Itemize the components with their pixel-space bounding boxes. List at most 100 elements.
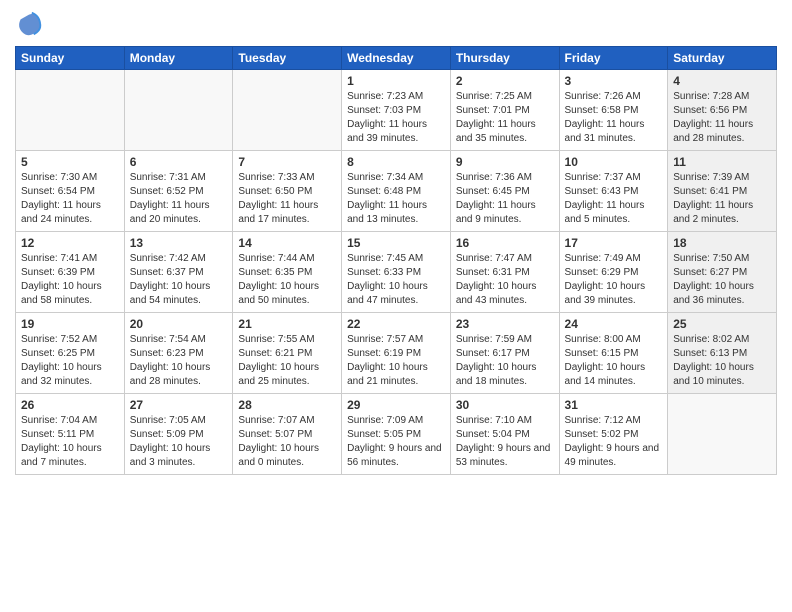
weekday-header-row: SundayMondayTuesdayWednesdayThursdayFrid… [16,47,777,70]
weekday-header-sunday: Sunday [16,47,125,70]
day-info: Sunrise: 8:02 AM Sunset: 6:13 PM Dayligh… [673,333,771,389]
day-info: Sunrise: 7:59 AM Sunset: 6:17 PM Dayligh… [456,333,554,389]
calendar-cell: 25 Sunrise: 8:02 AM Sunset: 6:13 PM Dayli… [668,313,777,394]
calendar-cell: 20 Sunrise: 7:54 AM Sunset: 6:23 PM Dayli… [124,313,233,394]
day-info: Sunrise: 7:25 AM Sunset: 7:01 PM Dayligh… [456,90,554,146]
weekday-header-saturday: Saturday [668,47,777,70]
day-number: 10 [565,155,663,169]
day-number: 16 [456,236,554,250]
calendar-cell: 4 Sunrise: 7:28 AM Sunset: 6:56 PM Daylig… [668,70,777,151]
day-number: 26 [21,398,119,412]
day-number: 28 [238,398,336,412]
calendar-cell [233,70,342,151]
day-number: 2 [456,74,554,88]
day-info: Sunrise: 7:05 AM Sunset: 5:09 PM Dayligh… [130,414,228,470]
day-number: 25 [673,317,771,331]
day-number: 27 [130,398,228,412]
calendar-cell: 8Sunrise: 7:34 AM Sunset: 6:48 PM Daylig… [342,151,451,232]
calendar-cell: 9 Sunrise: 7:36 AM Sunset: 6:45 PM Daylig… [450,151,559,232]
calendar-cell: 13 Sunrise: 7:42 AM Sunset: 6:37 PM Dayli… [124,232,233,313]
calendar-week-5: 26Sunrise: 7:04 AM Sunset: 5:11 PM Dayli… [16,394,777,475]
calendar-cell: 27 Sunrise: 7:05 AM Sunset: 5:09 PM Dayli… [124,394,233,475]
calendar-page: SundayMondayTuesdayWednesdayThursdayFrid… [0,0,792,612]
calendar-cell: 12 Sunrise: 7:41 AM Sunset: 6:39 PM Dayli… [16,232,125,313]
weekday-header-monday: Monday [124,47,233,70]
day-number: 3 [565,74,663,88]
day-info: Sunrise: 7:33 AM Sunset: 6:50 PM Dayligh… [238,171,336,227]
day-info: Sunrise: 7:10 AM Sunset: 5:04 PM Dayligh… [456,414,554,470]
calendar-cell: 16 Sunrise: 7:47 AM Sunset: 6:31 PM Dayli… [450,232,559,313]
calendar-cell: 6 Sunrise: 7:31 AM Sunset: 6:52 PM Daylig… [124,151,233,232]
calendar-week-4: 19Sunrise: 7:52 AM Sunset: 6:25 PM Dayli… [16,313,777,394]
day-number: 24 [565,317,663,331]
day-info: Sunrise: 7:31 AM Sunset: 6:52 PM Dayligh… [130,171,228,227]
day-info: Sunrise: 7:49 AM Sunset: 6:29 PM Dayligh… [565,252,663,308]
weekday-header-friday: Friday [559,47,668,70]
calendar-cell: 19Sunrise: 7:52 AM Sunset: 6:25 PM Dayli… [16,313,125,394]
day-number: 31 [565,398,663,412]
day-number: 11 [673,155,771,169]
day-number: 22 [347,317,445,331]
calendar-cell: 18 Sunrise: 7:50 AM Sunset: 6:27 PM Dayli… [668,232,777,313]
day-number: 18 [673,236,771,250]
day-number: 13 [130,236,228,250]
day-info: Sunrise: 7:45 AM Sunset: 6:33 PM Dayligh… [347,252,445,308]
calendar-cell: 3 Sunrise: 7:26 AM Sunset: 6:58 PM Daylig… [559,70,668,151]
day-number: 1 [347,74,445,88]
calendar-cell: 2 Sunrise: 7:25 AM Sunset: 7:01 PM Daylig… [450,70,559,151]
day-number: 6 [130,155,228,169]
calendar-cell: 17 Sunrise: 7:49 AM Sunset: 6:29 PM Dayli… [559,232,668,313]
day-number: 20 [130,317,228,331]
calendar-cell: 23Sunrise: 7:59 AM Sunset: 6:17 PM Dayli… [450,313,559,394]
calendar-cell: 5Sunrise: 7:30 AM Sunset: 6:54 PM Daylig… [16,151,125,232]
calendar-cell: 10Sunrise: 7:37 AM Sunset: 6:43 PM Dayli… [559,151,668,232]
calendar-cell: 7 Sunrise: 7:33 AM Sunset: 6:50 PM Daylig… [233,151,342,232]
page-header [15,10,777,38]
day-info: Sunrise: 7:09 AM Sunset: 5:05 PM Dayligh… [347,414,445,470]
calendar-cell: 31 Sunrise: 7:12 AM Sunset: 5:02 PM Dayli… [559,394,668,475]
calendar-cell: 15 Sunrise: 7:45 AM Sunset: 6:33 PM Dayli… [342,232,451,313]
day-number: 4 [673,74,771,88]
day-number: 21 [238,317,336,331]
calendar-cell [668,394,777,475]
calendar-week-3: 12 Sunrise: 7:41 AM Sunset: 6:39 PM Dayli… [16,232,777,313]
day-number: 12 [21,236,119,250]
calendar-week-1: 1 Sunrise: 7:23 AM Sunset: 7:03 PM Daylig… [16,70,777,151]
calendar-cell [16,70,125,151]
day-number: 30 [456,398,554,412]
day-info: Sunrise: 7:47 AM Sunset: 6:31 PM Dayligh… [456,252,554,308]
calendar-cell: 21 Sunrise: 7:55 AM Sunset: 6:21 PM Dayli… [233,313,342,394]
calendar-cell: 1 Sunrise: 7:23 AM Sunset: 7:03 PM Daylig… [342,70,451,151]
day-info: Sunrise: 7:34 AM Sunset: 6:48 PM Dayligh… [347,171,445,227]
day-info: Sunrise: 7:23 AM Sunset: 7:03 PM Dayligh… [347,90,445,146]
day-info: Sunrise: 7:12 AM Sunset: 5:02 PM Dayligh… [565,414,663,470]
calendar-cell: 29Sunrise: 7:09 AM Sunset: 5:05 PM Dayli… [342,394,451,475]
weekday-header-tuesday: Tuesday [233,47,342,70]
day-info: Sunrise: 7:55 AM Sunset: 6:21 PM Dayligh… [238,333,336,389]
day-info: Sunrise: 7:26 AM Sunset: 6:58 PM Dayligh… [565,90,663,146]
logo-icon [15,10,43,38]
day-info: Sunrise: 7:30 AM Sunset: 6:54 PM Dayligh… [21,171,119,227]
day-number: 19 [21,317,119,331]
day-number: 9 [456,155,554,169]
calendar-cell: 22 Sunrise: 7:57 AM Sunset: 6:19 PM Dayli… [342,313,451,394]
calendar-table: SundayMondayTuesdayWednesdayThursdayFrid… [15,46,777,475]
logo [15,10,47,38]
day-info: Sunrise: 7:57 AM Sunset: 6:19 PM Dayligh… [347,333,445,389]
day-number: 14 [238,236,336,250]
calendar-cell: 11 Sunrise: 7:39 AM Sunset: 6:41 PM Dayli… [668,151,777,232]
day-info: Sunrise: 7:28 AM Sunset: 6:56 PM Dayligh… [673,90,771,146]
day-number: 7 [238,155,336,169]
day-info: Sunrise: 7:42 AM Sunset: 6:37 PM Dayligh… [130,252,228,308]
day-number: 17 [565,236,663,250]
day-info: Sunrise: 7:50 AM Sunset: 6:27 PM Dayligh… [673,252,771,308]
day-info: Sunrise: 8:00 AM Sunset: 6:15 PM Dayligh… [565,333,663,389]
calendar-cell: 26Sunrise: 7:04 AM Sunset: 5:11 PM Dayli… [16,394,125,475]
day-number: 15 [347,236,445,250]
calendar-cell: 28Sunrise: 7:07 AM Sunset: 5:07 PM Dayli… [233,394,342,475]
day-info: Sunrise: 7:44 AM Sunset: 6:35 PM Dayligh… [238,252,336,308]
day-info: Sunrise: 7:36 AM Sunset: 6:45 PM Dayligh… [456,171,554,227]
day-info: Sunrise: 7:54 AM Sunset: 6:23 PM Dayligh… [130,333,228,389]
day-info: Sunrise: 7:41 AM Sunset: 6:39 PM Dayligh… [21,252,119,308]
day-info: Sunrise: 7:39 AM Sunset: 6:41 PM Dayligh… [673,171,771,227]
